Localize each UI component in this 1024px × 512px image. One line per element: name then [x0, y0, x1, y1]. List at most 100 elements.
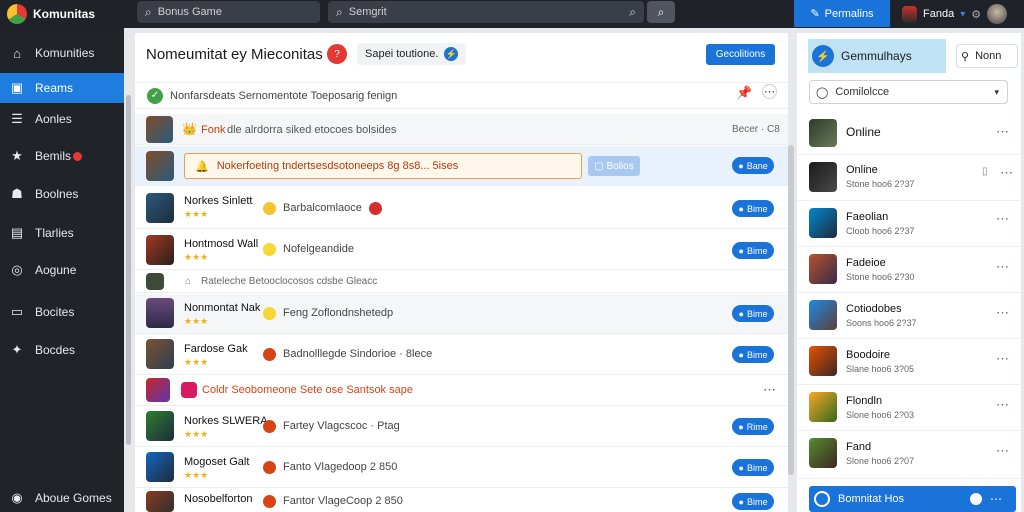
profile-avatar[interactable] — [987, 4, 1008, 24]
support-pill[interactable]: Sapei toutione. ⚡ — [357, 43, 467, 65]
filter-select[interactable]: ◯ Comilolcce ▾ — [809, 80, 1008, 104]
follow-button[interactable]: ● Bime — [732, 493, 774, 510]
globe-icon: ◎ — [11, 262, 23, 277]
follow-button[interactable]: ● Bime — [732, 242, 774, 259]
row-text: Feng Zoflondnshetedp — [283, 307, 394, 319]
panel-footer-button[interactable]: Bomnitat Hos ⋯ — [809, 486, 1016, 512]
list-item[interactable]: 👑 Fonk dle alrdorra siked etocoes bolsid… — [135, 114, 788, 145]
main-scrollbar[interactable] — [788, 145, 794, 475]
search-button[interactable]: ⌕ — [647, 1, 675, 23]
friend-status: Slane hoo6 3?05 — [846, 364, 915, 374]
follow-label: Bime — [746, 349, 768, 360]
sidebar-item-games[interactable]: ▣ Reams — [0, 73, 124, 103]
list-item[interactable]: Hontmosd Wall ★★★ Nofelgeandide ● Bime — [135, 230, 788, 270]
sidebar-item-bemils[interactable]: ★ Bemils — [0, 141, 124, 171]
emoji-icon — [263, 307, 276, 320]
follow-button[interactable]: ● Bime — [732, 459, 774, 476]
avatar — [809, 254, 837, 284]
top-bar: Komunitas ⌕ Bonus Game ⌕ Semgrit ⌕ ⌕ ✎ P… — [0, 0, 1024, 28]
rating-stars: ★★★ — [184, 252, 209, 262]
list-item[interactable]: Norkes SLWERA ★★★ Fartey Vlagcscoc · Pta… — [135, 407, 788, 447]
game-search-text: Bonus Game — [157, 6, 222, 18]
list-item[interactable]: Mogoset Galt ★★★ Fanto Vlagedoop 2 850 ●… — [135, 448, 788, 488]
row-text: Barbalcomlaoce — [283, 202, 362, 214]
friend-item[interactable]: Faeolian Cloob hoo6 2?37 ⋯ — [797, 201, 1021, 247]
list-item[interactable]: Nosobelforton Fantor VlageCoop 2 850 ● Bi… — [135, 489, 788, 512]
avatar — [809, 392, 837, 422]
more-icon[interactable]: ⋯ — [1000, 165, 1013, 181]
pin-icon[interactable]: 📌 — [736, 85, 752, 101]
friend-item[interactable]: Online ⋯ — [797, 113, 1021, 155]
list-item[interactable]: Coldr Seobomeone Sete ose Santsok sape ⋯ — [135, 376, 788, 406]
highlight-message[interactable]: 🔔 Nokerfoeting tndertsesdsotoneeps 8g 8s8… — [184, 153, 582, 179]
rating-stars: ★★★ — [184, 316, 209, 326]
list-item[interactable]: Fardose Gak ★★★ Badnolllegde Sindorioe ·… — [135, 335, 788, 375]
follow-button[interactable]: ● Bime — [732, 346, 774, 363]
list-item[interactable]: Nonmontat Nak ★★★ Feng Zoflondnshetedp ●… — [135, 294, 788, 334]
link-icon: ⌂ — [185, 276, 192, 287]
highlight-button[interactable]: ▢ Bolios — [588, 156, 640, 176]
more-icon[interactable]: ⋯ — [996, 259, 1009, 275]
avatar — [146, 452, 174, 482]
sidebar-item-label: Bocdes — [35, 343, 76, 357]
tab-other[interactable]: ⚲ Nonn — [956, 44, 1018, 68]
main-panel: Nomeumitat ey Mieconitas ? Sapei toution… — [135, 33, 788, 512]
avatar — [809, 438, 837, 468]
brand-logo[interactable]: Komunitas — [7, 4, 95, 24]
friend-item[interactable]: Fand Slone hoo6 2?07 ⋯ — [797, 431, 1021, 479]
friend-status: Soons hoo6 2?37 — [846, 318, 917, 328]
more-icon[interactable]: ⋯ — [996, 443, 1009, 459]
friend-name: Faeolian — [846, 211, 889, 223]
list-item[interactable]: ⌂ Rateleche Betooclocosos cdsbe Gleacc — [135, 271, 788, 293]
plus-icon: ● — [738, 349, 744, 360]
sidebar-scrollbar[interactable] — [126, 95, 131, 445]
lightning-icon: ⚡ — [812, 45, 834, 67]
gear-icon[interactable]: ⚙ — [971, 8, 981, 21]
emoji-icon — [263, 348, 276, 361]
sidebar-footer[interactable]: ◉ Aboue Gomes — [0, 483, 124, 512]
sidebar-item-komunities[interactable]: ⌂ Komunities — [0, 38, 124, 68]
follow-button[interactable]: ● Rime — [732, 418, 774, 435]
emoji-icon — [263, 202, 276, 215]
main-search-input[interactable]: ⌕ Semgrit ⌕ — [328, 1, 644, 23]
search-icon: ⌕ — [629, 4, 636, 19]
friend-name: Fand — [846, 441, 872, 453]
permalinks-label: Permalins — [824, 7, 874, 20]
follow-button[interactable]: ● Bime — [732, 305, 774, 322]
friend-item[interactable]: Boodoire Slane hoo6 3?05 ⋯ — [797, 339, 1021, 385]
more-icon[interactable]: ⋯ — [996, 124, 1009, 140]
list-item[interactable]: Norkes Sinlett ★★★ Barbalcomlaoce ● Bime — [135, 187, 788, 229]
avatar — [809, 162, 837, 192]
permalinks-button[interactable]: ✎ Permalins — [794, 0, 890, 27]
more-icon[interactable]: ⋯ — [996, 211, 1009, 227]
sidebar-item-aogune[interactable]: ◎ Aogune — [0, 255, 124, 285]
friend-item[interactable]: Cotiodobes Soons hoo6 2?37 ⋯ — [797, 293, 1021, 339]
emoji-icon — [263, 495, 276, 508]
avatar — [902, 5, 917, 23]
friend-status: Cloob hoo6 2?37 — [846, 226, 915, 236]
friend-status: Stone hoo6 2?30 — [846, 272, 915, 282]
user-menu[interactable]: Fanda ▾ ⚙ — [902, 4, 1008, 24]
friend-item[interactable]: Online Stone hoo6 2?37 ▯ ⋯ — [797, 155, 1021, 201]
sidebar-item-bocdes[interactable]: ✦ Bocdes — [0, 335, 124, 365]
more-icon[interactable]: ⋯ — [763, 382, 776, 398]
more-icon[interactable]: ⋯ — [996, 351, 1009, 367]
friend-item[interactable]: Flondln Slone hoo6 2?03 ⋯ — [797, 385, 1021, 431]
row-name: Hontmosd Wall — [184, 238, 259, 250]
avatar — [809, 346, 837, 376]
row-text: dle alrdorra siked etocoes bolsides — [227, 124, 397, 136]
more-icon[interactable]: ⋯ — [996, 397, 1009, 413]
friend-item[interactable]: Fadeioe Stone hoo6 2?30 ⋯ — [797, 247, 1021, 293]
follow-button[interactable]: ● Bane — [732, 157, 774, 174]
sidebar-item-bocites[interactable]: ▭ Bocites — [0, 297, 124, 327]
game-search-input[interactable]: ⌕ Bonus Game — [137, 1, 320, 23]
sidebar-item-aonles[interactable]: ☰ Aonles — [0, 104, 124, 134]
tab-communities[interactable]: ⚡ Gemmulhays — [808, 39, 946, 73]
sidebar-item-tlarlies[interactable]: ▤ Tlarlies — [0, 218, 124, 248]
more-icon[interactable]: ⋯ — [996, 305, 1009, 321]
follow-button[interactable]: ● Bime — [732, 200, 774, 217]
sidebar-item-boolnes[interactable]: ☗ Boolnes — [0, 179, 124, 209]
more-icon[interactable]: ⋯ — [762, 84, 777, 99]
more-icon[interactable]: ⋯ — [990, 492, 1002, 506]
header-action-button[interactable]: Gecolitions — [706, 44, 775, 65]
